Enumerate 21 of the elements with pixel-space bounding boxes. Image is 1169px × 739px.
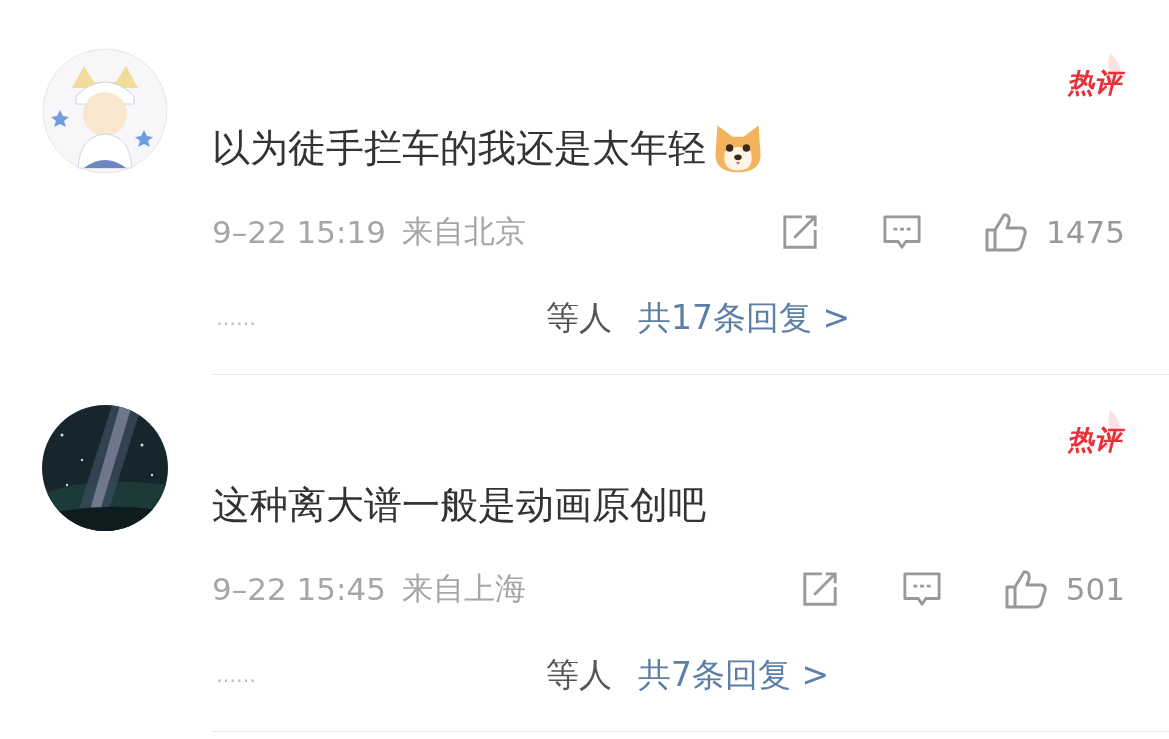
like-icon[interactable] bbox=[1003, 569, 1048, 609]
reply-users: 等人 bbox=[546, 296, 612, 339]
like-count: 1475 bbox=[1046, 214, 1125, 250]
hot-comment-badge: 热评 bbox=[1067, 53, 1125, 99]
reply-users: 等人 bbox=[546, 653, 612, 696]
view-replies-link[interactable]: 共7条回复 > bbox=[638, 652, 830, 698]
comment-icon[interactable] bbox=[901, 570, 942, 608]
reply-ellipsis: …… bbox=[216, 663, 256, 687]
comment-location: 来自北京 bbox=[401, 212, 526, 251]
comment-location: 来自上海 bbox=[401, 569, 526, 608]
comment-icon[interactable] bbox=[882, 213, 923, 251]
like-icon[interactable] bbox=[984, 212, 1029, 252]
view-replies-link[interactable]: 共17条回复 > bbox=[638, 295, 851, 341]
like-count: 501 bbox=[1065, 571, 1125, 607]
reply-ellipsis: …… bbox=[216, 306, 256, 330]
comment-text: 以为徒手拦车的我还是太年轻 bbox=[212, 124, 706, 172]
hot-comment-badge: 热评 bbox=[1067, 410, 1125, 456]
comment-time: 9–22 15:19 bbox=[212, 214, 386, 250]
comment-time: 9–22 15:45 bbox=[212, 571, 386, 607]
avatar[interactable] bbox=[42, 48, 168, 174]
comment-text: 这种离大谱一般是动画原创吧 bbox=[212, 481, 706, 529]
